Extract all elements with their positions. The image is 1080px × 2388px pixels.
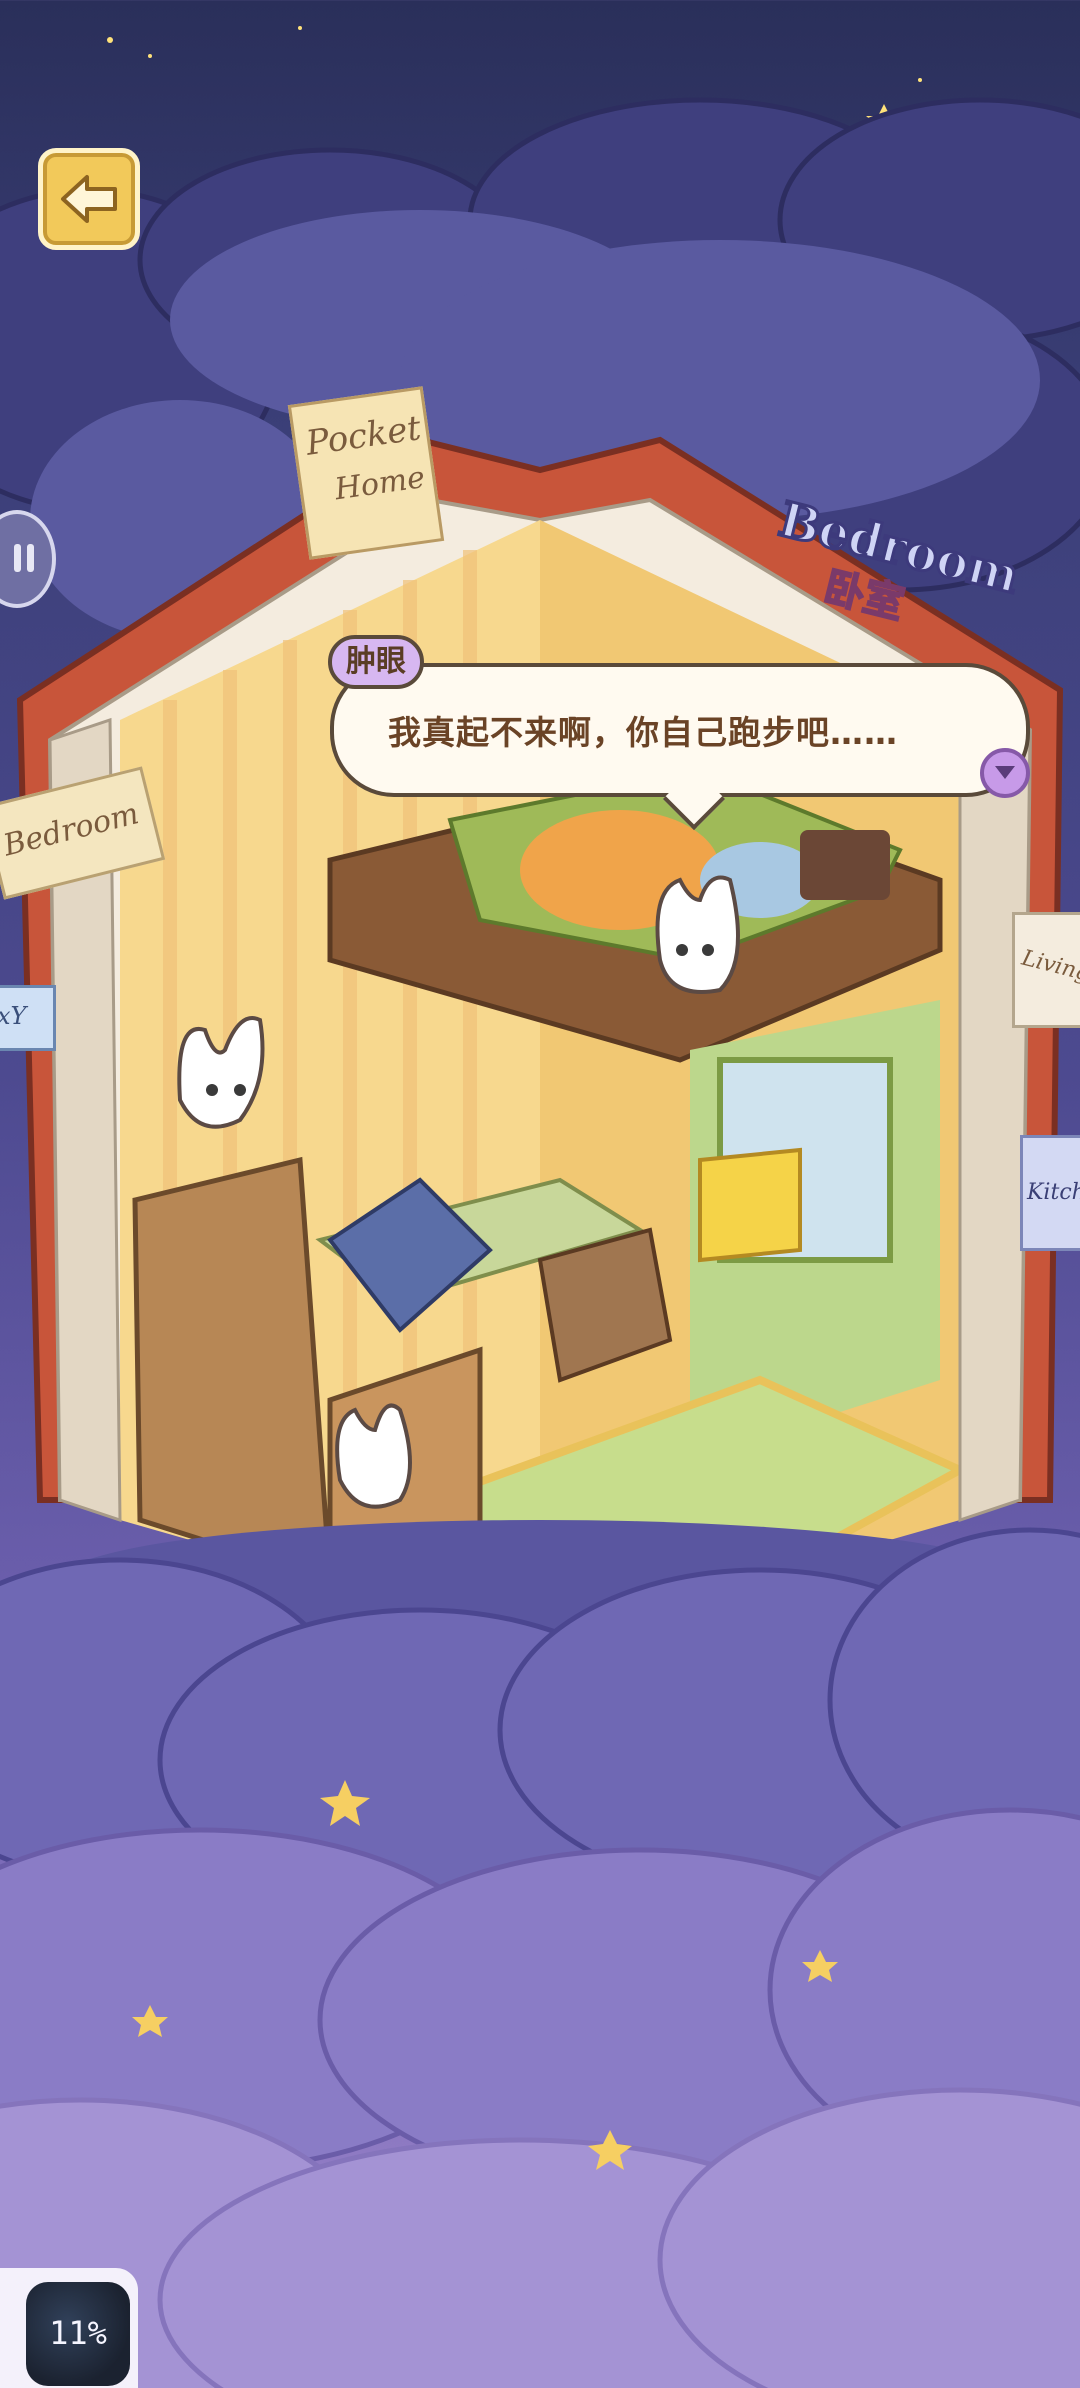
progress-widget[interactable]: 11%: [0, 2268, 138, 2388]
pocket-sign-line1: Pocket: [303, 408, 424, 464]
bedroom-scene: [0, 26, 1080, 2388]
pause-icon: [12, 544, 38, 572]
arrow-left-icon: [61, 175, 117, 223]
right-flag-kitchen-label: Kitch: [1027, 1180, 1080, 1205]
pocket-sign-line2: Home: [332, 460, 428, 508]
progress-value: 11%: [49, 2314, 107, 2352]
left-flag-label: Bedroom: [0, 796, 143, 864]
speaker-name: 肿眼: [328, 635, 424, 689]
right-flag-kitchen[interactable]: Kitch: [1020, 1135, 1080, 1251]
right-flag-livingroom[interactable]: Livingr: [1012, 912, 1080, 1028]
dialogue-next-icon[interactable]: [980, 748, 1030, 798]
left-flag-partial-label: xY: [0, 1002, 27, 1030]
left-flag-partial[interactable]: xY: [0, 985, 56, 1051]
pocket-home-sign: Pocket Home: [287, 386, 445, 560]
right-flag-livingroom-label: Livingr: [1019, 945, 1080, 990]
back-button[interactable]: [38, 148, 140, 250]
dialogue-text: 我真起不来啊，你自己跑步吧……: [388, 713, 898, 752]
